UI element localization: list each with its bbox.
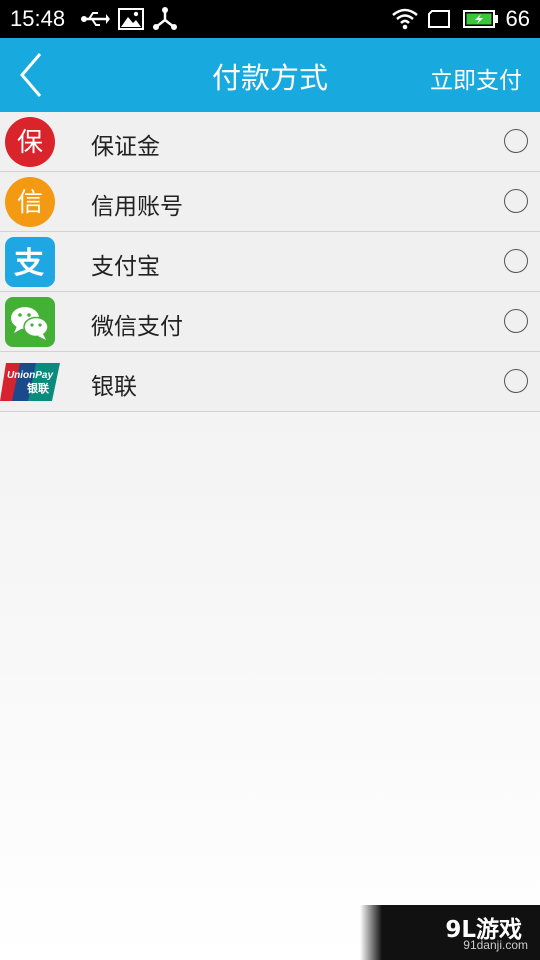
payment-option-deposit[interactable]: 保 保证金 (0, 112, 540, 172)
pay-now-button[interactable]: 立即支付 (430, 61, 522, 95)
radio-button[interactable] (504, 369, 528, 393)
svg-text:UnionPay: UnionPay (7, 370, 54, 381)
app-header: 付款方式 立即支付 (0, 38, 540, 112)
svg-text:保: 保 (17, 128, 43, 158)
share-icon (153, 7, 177, 30)
credit-account-icon: 信 (5, 177, 55, 227)
payment-option-label: 微信支付 (91, 314, 183, 340)
watermark: 9L游戏 91danji.com (360, 905, 540, 960)
watermark-url: 91danji.com (463, 938, 528, 952)
deposit-icon: 保 (5, 117, 55, 167)
unionpay-icon: UnionPay 银联 (0, 363, 60, 401)
payment-option-label: 信用账号 (91, 194, 183, 220)
payment-option-alipay[interactable]: 支 支付宝 (0, 232, 540, 292)
status-time: 15:48 (10, 6, 66, 31)
payment-method-list: 保 保证金 信 信用账号 支 支付宝 微信支付 UnionPay 银联 银联 (0, 112, 540, 412)
svg-text:银联: 银联 (27, 381, 49, 395)
payment-option-label: 保证金 (91, 134, 160, 160)
payment-option-credit-account[interactable]: 信 信用账号 (0, 172, 540, 232)
status-bar: 15:48 66 (0, 0, 540, 38)
payment-option-unionpay[interactable]: UnionPay 银联 银联 (0, 352, 540, 412)
wifi-icon (392, 8, 418, 30)
payment-option-wechat-pay[interactable]: 微信支付 (0, 292, 540, 352)
radio-button[interactable] (504, 189, 528, 213)
payment-option-label: 银联 (91, 374, 137, 400)
radio-button[interactable] (504, 249, 528, 273)
recent-apps-icon (428, 10, 450, 28)
radio-button[interactable] (504, 129, 528, 153)
usb-icon (81, 12, 110, 26)
payment-option-label: 支付宝 (91, 254, 160, 280)
battery-icon (463, 10, 498, 28)
svg-text:支: 支 (14, 246, 44, 281)
battery-percentage: 66 (505, 6, 530, 31)
alipay-icon: 支 (5, 237, 55, 287)
wechat-pay-icon (5, 297, 55, 347)
radio-button[interactable] (504, 309, 528, 333)
image-icon (118, 8, 144, 30)
svg-text:信: 信 (17, 188, 43, 218)
